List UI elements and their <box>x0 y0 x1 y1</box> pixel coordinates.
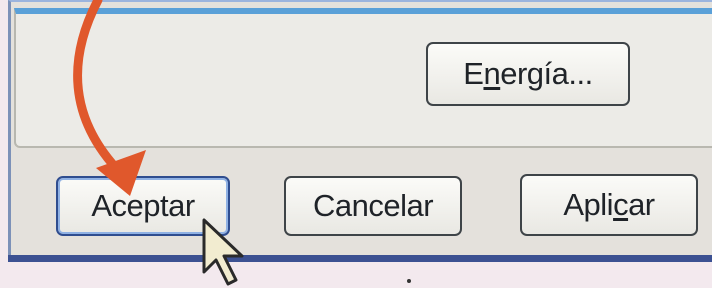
mouse-cursor-icon <box>202 218 244 286</box>
annotation-layer <box>73 0 244 286</box>
speck <box>407 279 411 283</box>
annotation-arrow-curve <box>73 0 121 173</box>
